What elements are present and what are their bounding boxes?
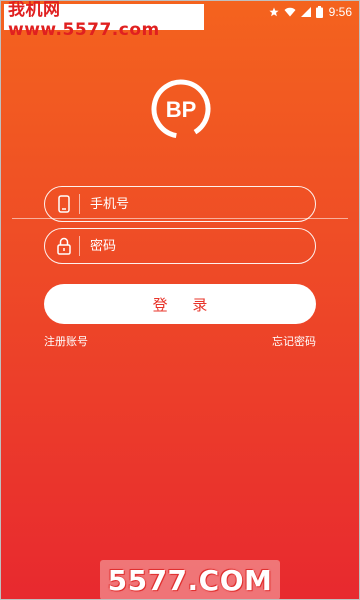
password-input[interactable] [90, 231, 315, 261]
phone-icon [58, 195, 70, 213]
phone-field-separator [79, 194, 80, 214]
status-time: 9:56 [328, 5, 352, 19]
battery-icon [315, 6, 323, 18]
phone-icon-wrap [49, 186, 79, 222]
password-field[interactable] [44, 228, 316, 264]
logo-text: BP [166, 97, 197, 122]
bp-logo: BP [151, 79, 211, 139]
phone-input[interactable] [90, 189, 315, 219]
status-icons [269, 0, 323, 24]
watermark-bottom: 5577.COM [100, 560, 280, 600]
lock-icon-wrap [49, 228, 79, 264]
password-field-separator [79, 236, 80, 256]
signal-icon [300, 7, 311, 17]
register-link[interactable]: 注册账号 [44, 333, 88, 349]
watermark-top: 我机网 www.5577.com [4, 0, 204, 40]
lock-icon [57, 237, 71, 255]
star-icon [269, 7, 279, 17]
watermark-top-text: 我机网 www.5577.com [8, 0, 160, 40]
phone-field[interactable] [44, 186, 316, 222]
forgot-password-link[interactable]: 忘记密码 [272, 333, 316, 349]
watermark-bottom-text: 5577.COM [107, 563, 273, 597]
login-button[interactable]: 登 录 [44, 284, 316, 324]
wifi-icon [284, 7, 296, 17]
